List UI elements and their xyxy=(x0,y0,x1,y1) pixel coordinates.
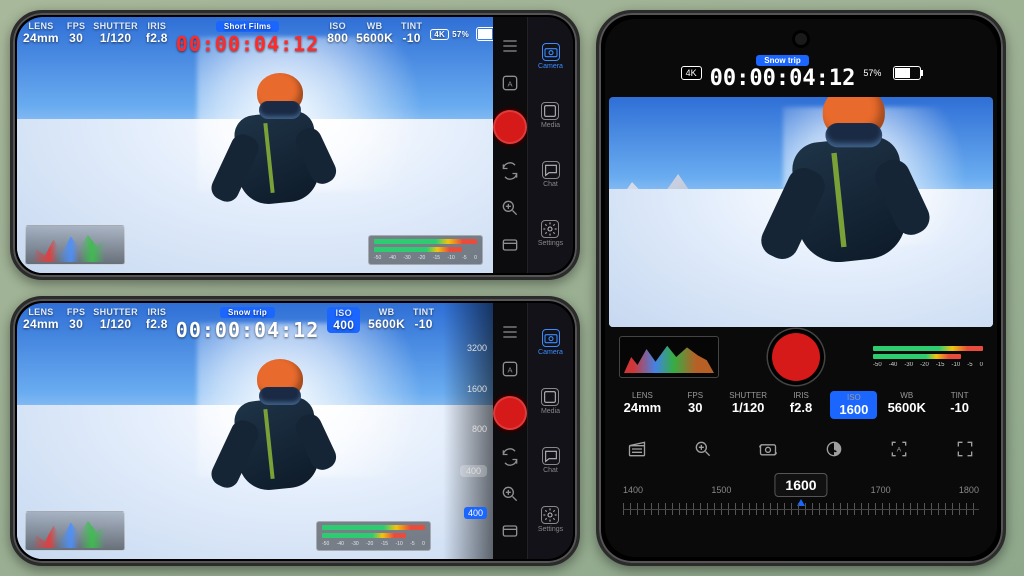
histogram[interactable] xyxy=(619,336,719,378)
iso-current[interactable]: 400 xyxy=(460,465,487,477)
param-wb[interactable]: WB5600K xyxy=(883,391,930,419)
stat-wb[interactable]: WB5600K xyxy=(368,307,405,331)
stats-hud: LENS24mm FPS30 SHUTTER1/120 IRISf2.8 Sno… xyxy=(23,307,487,357)
battery-pct: 57% xyxy=(452,30,469,39)
top-hud: 4K Snow trip 00:00:04:12 57% xyxy=(605,19,997,97)
zoom-in-icon[interactable] xyxy=(693,439,713,459)
svg-text:A: A xyxy=(507,365,512,374)
camera-viewport[interactable] xyxy=(609,97,993,327)
battery-icon xyxy=(476,27,493,41)
project-chip[interactable]: Snow trip xyxy=(756,55,808,66)
audio-meter[interactable]: -50-40-30-20-15-10-50 xyxy=(316,521,431,551)
audio-meter[interactable]: -50-40-30-20-15-10-50 xyxy=(368,235,483,265)
record-button[interactable] xyxy=(493,110,527,144)
nav-media[interactable]: Media xyxy=(541,102,560,129)
record-button[interactable] xyxy=(772,333,820,381)
mid-hud: -50-40-30-20-15-10-50 xyxy=(605,327,997,387)
param-shutter[interactable]: SHUTTER1/120 xyxy=(725,391,772,419)
param-iris[interactable]: IRISf2.8 xyxy=(778,391,825,419)
nav-rail: Camera Media Chat Settings xyxy=(527,17,573,273)
param-iso-active[interactable]: ISO1600 xyxy=(830,391,877,419)
settings-quick-icon[interactable] xyxy=(500,521,520,541)
stat-iso[interactable]: ISO800 xyxy=(327,21,348,45)
fullscreen-icon[interactable] xyxy=(955,439,975,459)
tool-icon-row: A xyxy=(605,429,997,469)
params-row: LENS24mm FPS30 SHUTTER1/120 IRISf2.8 ISO… xyxy=(605,387,997,423)
zoom-icon[interactable] xyxy=(500,484,520,504)
stat-shutter[interactable]: SHUTTER1/120 xyxy=(93,307,138,331)
timecode: 00:00:04:12 xyxy=(710,66,856,91)
record-button[interactable] xyxy=(493,396,527,430)
tool-strip: A xyxy=(493,17,527,273)
timecode: 00:00:04:12 xyxy=(176,32,319,56)
nav-camera[interactable]: Camera xyxy=(538,329,563,356)
nav-settings[interactable]: Settings xyxy=(538,220,563,247)
flip-camera-icon[interactable] xyxy=(500,447,520,467)
stat-iso-active[interactable]: ISO400 xyxy=(327,307,360,333)
flip-camera-icon[interactable] xyxy=(758,439,778,459)
phone-horizontal-2: LENS24mm FPS30 SHUTTER1/120 IRISf2.8 Sno… xyxy=(10,296,580,566)
nav-chat[interactable]: Chat xyxy=(542,447,560,474)
stat-fps[interactable]: FPS30 xyxy=(67,21,85,45)
iso-active[interactable]: 400 xyxy=(464,507,487,519)
nav-chat[interactable]: Chat xyxy=(542,161,560,188)
param-tint[interactable]: TINT-10 xyxy=(936,391,983,419)
nav-media[interactable]: Media xyxy=(541,388,560,415)
iso-ruler-horizontal[interactable]: 1400 1500 . 1700 1800 1600 xyxy=(605,475,997,535)
svg-text:A: A xyxy=(507,79,512,88)
histogram[interactable] xyxy=(25,225,125,265)
resolution-chip[interactable]: 4K xyxy=(681,66,702,80)
stat-tint[interactable]: TINT-10 xyxy=(401,21,422,45)
stat-tint[interactable]: TINT-10 xyxy=(413,307,434,331)
project-chip[interactable]: Short Films xyxy=(216,21,279,32)
subject-snowboarder xyxy=(207,359,337,529)
flip-camera-icon[interactable] xyxy=(500,161,520,181)
phone-vertical: 4K Snow trip 00:00:04:12 57% xyxy=(596,10,1006,566)
camera-viewport[interactable]: LENS24mm FPS30 SHUTTER1/120 IRISf2.8 Sho… xyxy=(17,17,493,273)
param-fps[interactable]: FPS30 xyxy=(672,391,719,419)
stats-hud: LENS24mm FPS30 SHUTTER1/120 IRISf2.8 Sho… xyxy=(23,21,487,71)
stat-wb[interactable]: WB5600K xyxy=(356,21,393,45)
settings-quick-icon[interactable] xyxy=(500,235,520,255)
camera-viewport[interactable]: LENS24mm FPS30 SHUTTER1/120 IRISf2.8 Sno… xyxy=(17,303,493,559)
stat-lens[interactable]: LENS24mm xyxy=(23,21,59,45)
zoom-icon[interactable] xyxy=(500,198,520,218)
stat-lens[interactable]: LENS24mm xyxy=(23,307,59,331)
audio-meter[interactable]: -50-40-30-20-15-10-50 xyxy=(873,346,983,368)
battery-pct: 57% xyxy=(863,68,881,78)
svg-text:A: A xyxy=(897,447,902,454)
stat-fps[interactable]: FPS30 xyxy=(67,307,85,331)
battery-icon xyxy=(893,66,921,80)
subject-snowboarder xyxy=(755,97,931,315)
exposure-icon[interactable] xyxy=(824,439,844,459)
front-camera-lens xyxy=(795,33,807,45)
nav-rail: Camera Media Chat Settings xyxy=(527,303,573,559)
focus-auto-icon[interactable]: A xyxy=(500,359,520,379)
phone-horizontal-1: LENS24mm FPS30 SHUTTER1/120 IRISf2.8 Sho… xyxy=(10,10,580,280)
timecode: 00:00:04:12 xyxy=(176,318,319,342)
resolution-chip[interactable]: 4K xyxy=(430,29,449,40)
menu-icon[interactable] xyxy=(500,322,520,342)
iso-active-value: 1600 xyxy=(774,473,827,497)
nav-settings[interactable]: Settings xyxy=(538,506,563,533)
focus-auto-icon[interactable]: A xyxy=(889,439,909,459)
focus-auto-icon[interactable]: A xyxy=(500,73,520,93)
subject-snowboarder xyxy=(207,73,337,243)
histogram[interactable] xyxy=(25,511,125,551)
stat-iris[interactable]: IRISf2.8 xyxy=(146,307,168,331)
iso-ruler[interactable]: 3200 1600 800 400 400 xyxy=(443,303,493,559)
menu-icon[interactable] xyxy=(500,36,520,56)
slate-icon[interactable] xyxy=(627,439,647,459)
stat-iris[interactable]: IRISf2.8 xyxy=(146,21,168,45)
param-lens[interactable]: LENS24mm xyxy=(619,391,666,419)
stat-shutter[interactable]: SHUTTER1/120 xyxy=(93,21,138,45)
tool-strip: A xyxy=(493,303,527,559)
project-chip[interactable]: Snow trip xyxy=(220,307,275,318)
nav-camera[interactable]: Camera xyxy=(538,43,563,70)
